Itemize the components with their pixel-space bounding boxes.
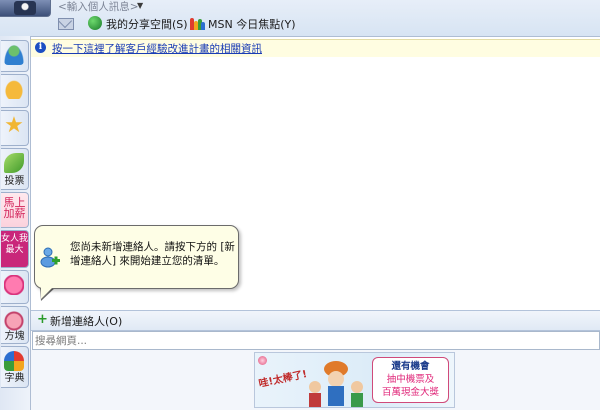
my-share-space-link[interactable]: 我的分享空間(S) bbox=[106, 16, 188, 32]
customer-experience-link[interactable]: 按一下這裡了解客戶經驗改進計畫的相關資訊 bbox=[52, 41, 262, 56]
bell-icon bbox=[4, 79, 24, 99]
empty-contacts-tooltip: 您尚未新增連絡人。請按下方的 [新增連絡人] 來開始建立您的清單。 bbox=[34, 225, 239, 289]
add-contact-icon bbox=[39, 246, 61, 268]
tab-favorites[interactable]: ★ bbox=[1, 110, 29, 146]
tab-label: 字典 bbox=[4, 373, 25, 384]
info-bar: i 按一下這裡了解客戶經驗改進計畫的相關資訊 bbox=[31, 39, 600, 58]
avatar[interactable] bbox=[0, 0, 51, 17]
chevron-down-icon[interactable]: ▼ bbox=[137, 1, 143, 10]
ad-line-3: 百萬現金大獎 bbox=[381, 387, 439, 398]
star-icon: ★ bbox=[4, 113, 24, 138]
tab-label: 女人我最大 bbox=[1, 234, 29, 255]
tab-raise[interactable]: 馬上加薪 bbox=[1, 192, 29, 228]
tab-label: 馬上加薪 bbox=[3, 196, 26, 220]
ad-banner[interactable]: 哇!太棒了! 還有機會 抽中機票及 百萬現金大獎 bbox=[254, 352, 455, 408]
tab-label: 投票 bbox=[4, 176, 25, 187]
leaf-icon bbox=[4, 153, 24, 173]
personal-message[interactable]: <輸入個人訊息> bbox=[58, 0, 139, 14]
ad-people-image bbox=[303, 359, 369, 407]
msn-butterfly-icon bbox=[190, 16, 205, 30]
msn-today-link[interactable]: MSN 今日焦點(Y) bbox=[208, 16, 296, 32]
sidebar: ★ 投票 馬上加薪 女人我最大 方塊 字典 bbox=[0, 36, 31, 410]
tooltip-tail-fill bbox=[41, 285, 55, 299]
dictionary-icon bbox=[4, 351, 24, 371]
tab-label: 方塊 bbox=[4, 331, 25, 342]
info-icon: i bbox=[35, 42, 46, 53]
avatar-picture bbox=[14, 1, 36, 15]
tab-alerts[interactable] bbox=[1, 74, 29, 108]
heart-icon bbox=[4, 275, 24, 295]
tab-tetris[interactable]: 方塊 bbox=[1, 306, 29, 344]
plus-icon[interactable]: + bbox=[37, 312, 48, 327]
tab-dictionary[interactable]: 字典 bbox=[1, 346, 29, 388]
ad-slogan: 哇!太棒了! bbox=[257, 368, 309, 390]
ad-line-2: 抽中機票及 bbox=[386, 374, 435, 385]
add-contact-button[interactable]: 新增連絡人(O) bbox=[50, 313, 122, 329]
ad-logo-mark bbox=[258, 356, 267, 365]
search-box[interactable] bbox=[32, 331, 600, 350]
ad-line-1: 還有機會 bbox=[391, 361, 430, 372]
mail-icon[interactable] bbox=[58, 18, 74, 30]
tab-contacts[interactable] bbox=[1, 40, 29, 72]
search-input[interactable] bbox=[35, 332, 595, 349]
tab-hearts[interactable] bbox=[1, 270, 29, 304]
share-space-icon bbox=[88, 16, 102, 30]
game-icon bbox=[4, 311, 24, 331]
tab-vote[interactable]: 投票 bbox=[1, 148, 29, 190]
buddy-icon bbox=[4, 45, 24, 65]
header: <輸入個人訊息> ▼ 我的分享空間(S) MSN 今日焦點(Y) bbox=[0, 0, 600, 37]
add-contact-bar: + 新增連絡人(O) bbox=[31, 310, 600, 331]
tooltip-message: 您尚未新增連絡人。請按下方的 [新增連絡人] 來開始建立您的清單。 bbox=[70, 241, 235, 267]
tab-women[interactable]: 女人我最大 bbox=[1, 230, 29, 268]
ad-prize-bubble: 還有機會 抽中機票及 百萬現金大獎 bbox=[372, 357, 449, 403]
